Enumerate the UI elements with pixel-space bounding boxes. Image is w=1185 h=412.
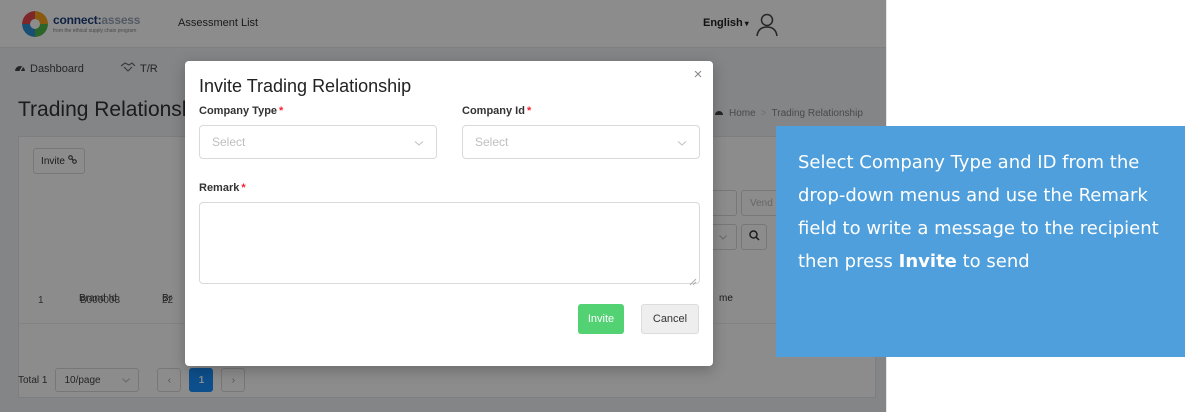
remark-label-text: Remark: [199, 182, 240, 194]
company-type-select[interactable]: Select: [199, 125, 437, 159]
resize-grip-icon[interactable]: [689, 273, 697, 286]
callout-text-after: to send: [956, 251, 1030, 272]
company-id-placeholder: Select: [475, 135, 509, 149]
modal-title: Invite Trading Relationship: [199, 76, 412, 96]
chevron-down-icon: [677, 137, 687, 147]
company-type-label: Company Type *: [199, 105, 283, 117]
required-mark: *: [241, 182, 246, 194]
company-type-label-text: Company Type: [199, 105, 278, 117]
instruction-callout: Select Company Type and ID from the drop…: [776, 126, 1185, 357]
chevron-down-icon: [414, 137, 424, 147]
close-icon[interactable]: ×: [690, 67, 706, 83]
remark-textarea[interactable]: [199, 202, 700, 286]
callout-bold-invite: Invite: [898, 251, 957, 272]
required-mark: *: [279, 105, 284, 117]
company-type-placeholder: Select: [212, 135, 246, 149]
remark-label: Remark *: [199, 182, 246, 194]
cancel-button[interactable]: Cancel: [641, 304, 699, 334]
company-id-label-text: Company Id: [462, 105, 525, 117]
company-id-label: Company Id *: [462, 105, 531, 117]
required-mark: *: [526, 105, 532, 117]
company-id-select[interactable]: Select: [462, 125, 700, 159]
invite-trading-relationship-modal: Invite Trading Relationship × Company Ty…: [185, 61, 713, 366]
invite-submit-button[interactable]: Invite: [578, 304, 624, 334]
